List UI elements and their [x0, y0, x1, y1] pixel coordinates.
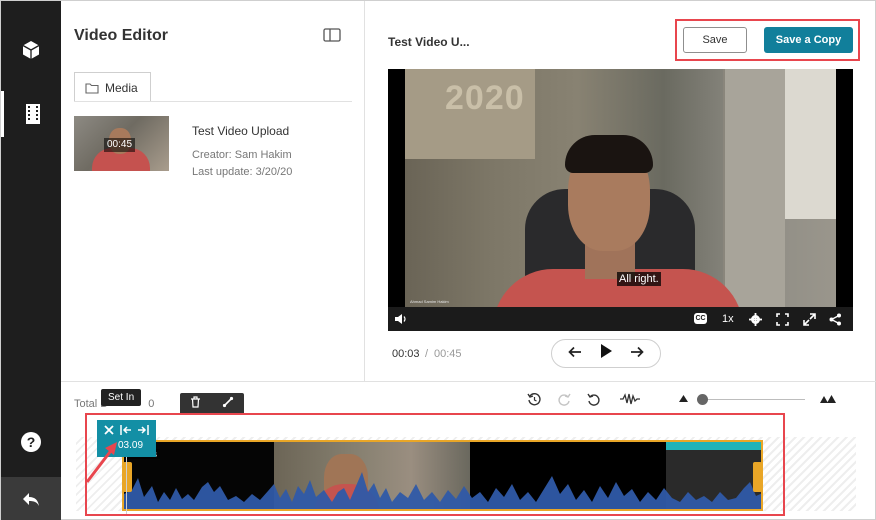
playback-speed[interactable]: 1x [722, 311, 734, 327]
poster-text: 2020 [445, 79, 525, 117]
help-icon[interactable]: ? [1, 419, 61, 465]
left-rail: ? [1, 1, 61, 520]
expand-icon[interactable] [776, 311, 789, 327]
video-watermark: Ahmad Samim Hakim [410, 299, 449, 304]
media-title: Test Video Upload [192, 124, 290, 138]
share-icon[interactable] [829, 311, 842, 327]
thumbnail-duration: 00:45 [104, 138, 136, 152]
tab-media[interactable]: Media [74, 72, 151, 102]
video-title: Test Video U... [388, 35, 470, 49]
video-caption: All right. [617, 272, 661, 286]
tab-media-label: Media [105, 80, 138, 95]
tab-divider [74, 101, 352, 102]
zoom-slider-knob[interactable] [697, 394, 708, 405]
media-last-update: Last update: 3/20/20 [192, 166, 293, 178]
undo-icon[interactable] [585, 390, 603, 408]
step-back-icon[interactable] [568, 345, 582, 363]
folder-icon [85, 82, 99, 94]
save-a-copy-button[interactable]: Save a Copy [764, 27, 853, 53]
time-separator: / [425, 348, 429, 360]
redo-icon[interactable] [555, 390, 573, 408]
save-button[interactable]: Save [683, 27, 747, 53]
panel-toggle-icon[interactable] [323, 28, 341, 47]
media-item[interactable]: 00:45 Test Video Upload Creator: Sam Hak… [74, 116, 354, 178]
fullscreen-icon[interactable] [803, 311, 816, 327]
waveform-icon[interactable] [619, 390, 641, 408]
current-time: 00:03 [392, 348, 420, 360]
page-title: Video Editor [74, 27, 168, 44]
preview-panel: Test Video U... Save Save a Copy 2020 Al… [365, 1, 876, 381]
highlight-timeline [85, 413, 785, 516]
media-creator: Creator: Sam Hakim [192, 149, 292, 161]
media-thumbnail[interactable]: 00:45 [74, 116, 169, 171]
library-panel: Video Editor Media 00:45 Test Video Uplo… [61, 1, 365, 381]
set-in-tooltip: Set In [101, 389, 142, 406]
total-time: 00:45 [434, 348, 462, 360]
transport-controls [551, 339, 661, 368]
video-controls-bar: CC 1x [388, 307, 853, 331]
zoom-slider-track[interactable] [701, 399, 805, 400]
total-duration-value: 0 [148, 398, 155, 410]
settings-gear-icon[interactable] [749, 311, 762, 327]
volume-icon[interactable] [394, 311, 408, 327]
closed-captions-icon[interactable]: CC [694, 313, 707, 324]
video-frame: 2020 All right. Ahmad Samim Hakim [405, 69, 836, 307]
cube-icon[interactable] [1, 27, 61, 73]
history-icon[interactable] [525, 390, 543, 408]
video-player[interactable]: 2020 All right. Ahmad Samim Hakim CC 1x [388, 69, 853, 331]
step-forward-icon[interactable] [630, 345, 644, 363]
svg-text:?: ? [27, 434, 36, 450]
timeline-panel: Total D0 Set In 03.09 [61, 381, 876, 520]
edit-fade-icon[interactable] [222, 395, 234, 413]
zoom-in-icon[interactable] [819, 390, 837, 408]
back-arrow-icon[interactable] [1, 477, 61, 520]
delete-icon[interactable] [190, 395, 201, 413]
zoom-out-icon[interactable] [677, 390, 689, 408]
video-editor-app: ? Video Editor Media 00:45 Test Video Up… [0, 0, 876, 520]
clip-tools [180, 393, 244, 415]
film-strip-icon[interactable] [1, 91, 61, 137]
play-icon[interactable] [599, 343, 613, 364]
